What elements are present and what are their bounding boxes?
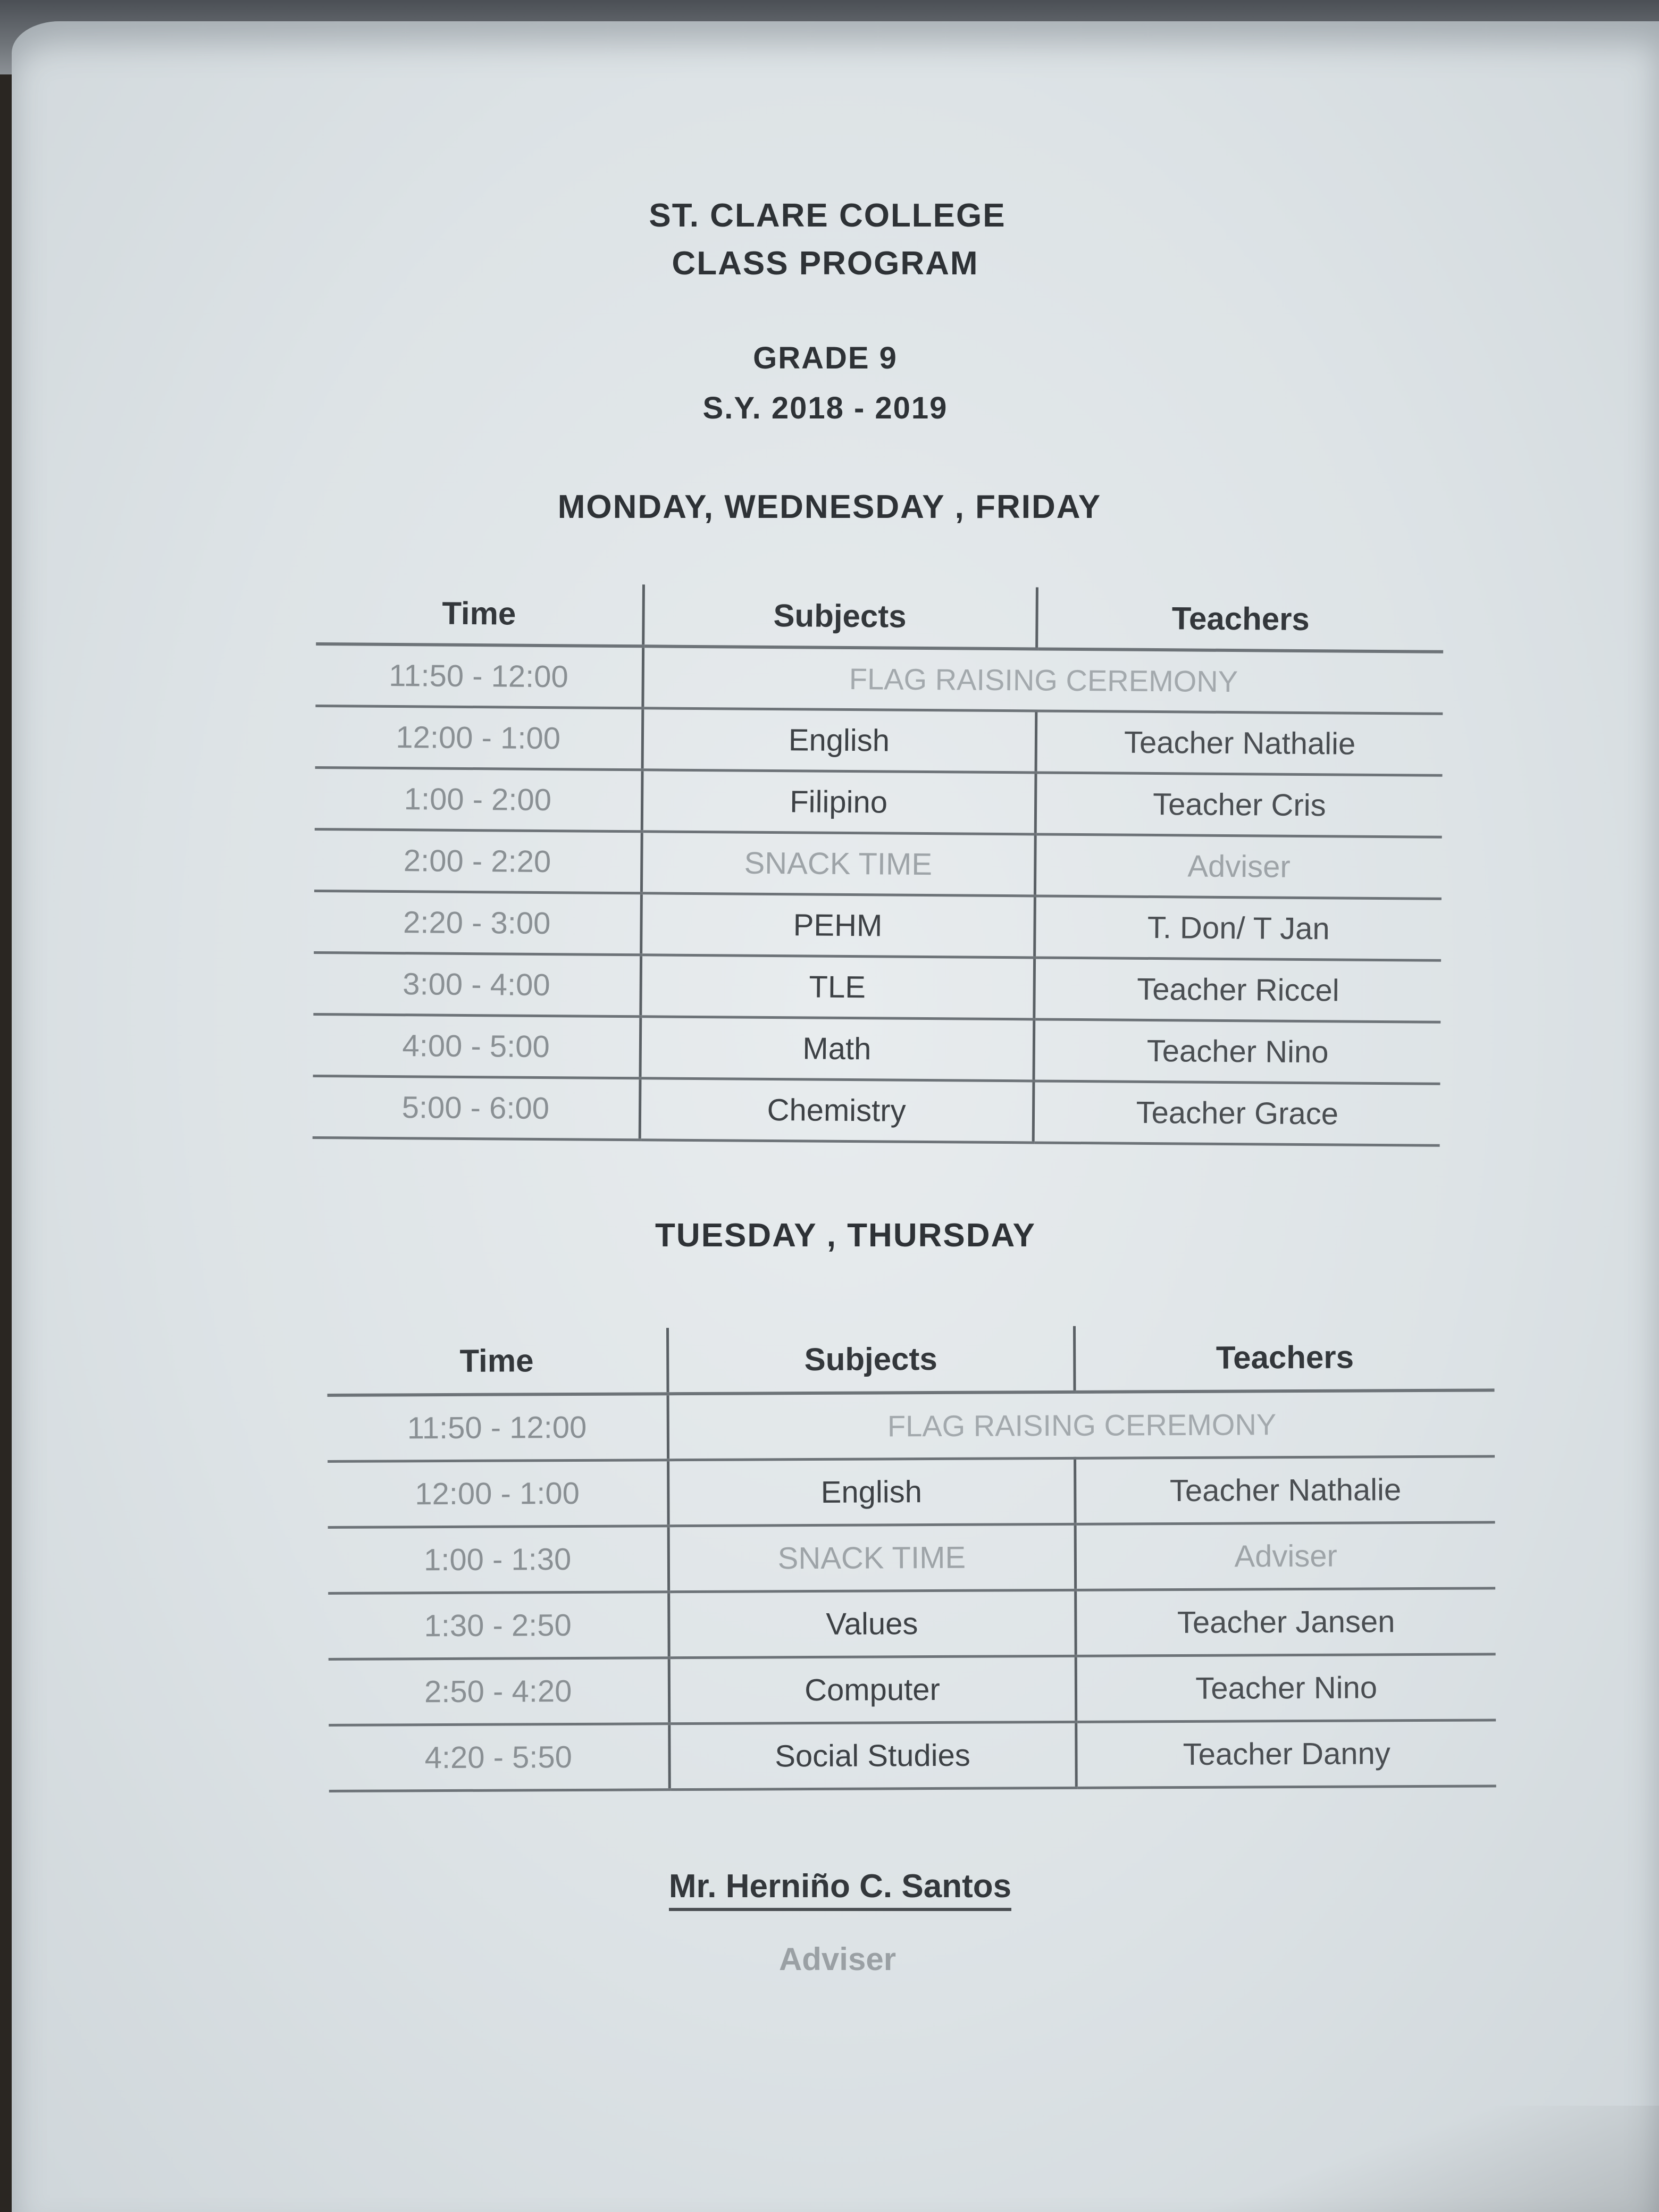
table-row: 2:20 - 3:00 PEHM T. Don/ T Jan — [314, 890, 1442, 960]
time-cell: 1:00 - 1:30 — [328, 1526, 669, 1593]
adviser-role-label: Adviser — [778, 1941, 896, 1977]
table-header-row: Time Subjects Teachers — [316, 582, 1444, 652]
teacher-cell: Teacher Riccel — [1034, 957, 1442, 1022]
document-title: CLASS PROGRAM — [672, 245, 979, 282]
time-cell: 2:20 - 3:00 — [314, 890, 641, 955]
subject-cell: Social Studies — [669, 1721, 1076, 1790]
table-row: 2:50 - 4:20 Computer Teacher Nino — [328, 1654, 1496, 1725]
time-cell: 1:00 - 2:00 — [314, 767, 642, 832]
subject-cell: SNACK TIME — [668, 1523, 1076, 1592]
school-year: S.Y. 2018 - 2019 — [702, 391, 948, 425]
subject-cell: SNACK TIME — [641, 831, 1035, 896]
teacher-cell: Teacher Grace — [1033, 1080, 1440, 1145]
time-cell: 12:00 - 1:00 — [315, 705, 643, 770]
column-header-subjects: Subjects — [643, 584, 1037, 649]
schedule-table-mwf: Time Subjects Teachers 11:50 - 12:00 FLA… — [312, 582, 1444, 1146]
time-cell: 3:00 - 4:00 — [313, 952, 641, 1017]
schedule-table-tth: Time Subjects Teachers 11:50 - 12:00 FLA… — [327, 1324, 1496, 1792]
grade-label: GRADE 9 — [753, 341, 898, 375]
time-cell: 4:20 - 5:50 — [329, 1723, 669, 1791]
table-row: 12:00 - 1:00 English Teacher Nathalie — [315, 705, 1443, 775]
table-row: 1:30 - 2:50 Values Teacher Jansen — [328, 1588, 1496, 1659]
teacher-cell: Teacher Jansen — [1075, 1588, 1496, 1656]
teacher-cell: Adviser — [1034, 834, 1442, 899]
subject-cell: Chemistry — [639, 1078, 1034, 1143]
table-row: 4:00 - 5:00 Math Teacher Nino — [313, 1013, 1441, 1084]
table-row: 4:20 - 5:50 Social Studies Teacher Danny — [329, 1720, 1496, 1791]
teacher-cell: Teacher Nino — [1075, 1654, 1496, 1722]
table-row: 2:00 - 2:20 SNACK TIME Adviser — [314, 828, 1442, 899]
teacher-cell: Teacher Nathalie — [1075, 1456, 1495, 1524]
subject-cell: Math — [640, 1016, 1034, 1081]
table-row: 1:00 - 1:30 SNACK TIME Adviser — [328, 1522, 1496, 1593]
time-cell: 12:00 - 1:00 — [328, 1460, 668, 1527]
teacher-cell: T. Don/ T Jan — [1034, 895, 1442, 960]
ceremony-cell: FLAG RAISING CEREMONY — [667, 1390, 1495, 1460]
time-cell: 2:00 - 2:20 — [314, 828, 642, 893]
subject-cell: Filipino — [641, 769, 1036, 834]
column-header-subjects: Subjects — [667, 1326, 1075, 1394]
time-cell: 2:50 - 4:20 — [328, 1657, 669, 1725]
teacher-cell: Teacher Danny — [1076, 1720, 1496, 1788]
table-row: 3:00 - 4:00 TLE Teacher Riccel — [313, 952, 1442, 1022]
time-cell: 1:30 - 2:50 — [328, 1591, 669, 1659]
subject-cell: Values — [668, 1589, 1076, 1658]
subject-cell: English — [642, 708, 1036, 773]
table-row: 11:50 - 12:00 FLAG RAISING CEREMONY — [327, 1390, 1495, 1461]
section-title-mwf: MONDAY, WEDNESDAY , FRIDAY — [557, 489, 1102, 525]
teacher-cell: Teacher Cris — [1035, 772, 1443, 837]
time-cell: 11:50 - 12:00 — [315, 643, 643, 708]
time-cell: 4:00 - 5:00 — [313, 1013, 641, 1078]
teacher-cell: Teacher Nino — [1033, 1019, 1441, 1084]
time-cell: 5:00 - 6:00 — [312, 1075, 640, 1140]
table-row: 5:00 - 6:00 Chemistry Teacher Grace — [312, 1075, 1440, 1145]
column-header-teachers: Teachers — [1074, 1324, 1495, 1392]
adviser-signature-name: Mr. Herniño C. Santos — [0, 1867, 1659, 1911]
section-title-tth: TUESDAY , THURSDAY — [655, 1217, 1036, 1254]
subject-cell: Computer — [668, 1655, 1076, 1724]
school-name: ST. CLARE COLLEGE — [649, 197, 1006, 234]
table-row: 12:00 - 1:00 English Teacher Nathalie — [328, 1456, 1495, 1527]
subject-cell: TLE — [640, 954, 1035, 1019]
table-row: 1:00 - 2:00 Filipino Teacher Cris — [314, 767, 1443, 837]
adviser-name-text: Mr. Herniño C. Santos — [668, 1868, 1012, 1911]
subject-cell: English — [668, 1457, 1075, 1526]
subject-cell: PEHM — [641, 893, 1035, 958]
teacher-cell: Teacher Nathalie — [1035, 710, 1443, 775]
time-cell: 11:50 - 12:00 — [327, 1394, 668, 1461]
column-header-time: Time — [316, 582, 643, 647]
teacher-cell: Adviser — [1075, 1522, 1496, 1590]
column-header-time: Time — [327, 1328, 668, 1395]
ceremony-cell: FLAG RAISING CEREMONY — [642, 646, 1444, 714]
table-row: 11:50 - 12:00 FLAG RAISING CEREMONY — [315, 643, 1444, 714]
column-header-teachers: Teachers — [1036, 587, 1444, 652]
table-header-row: Time Subjects Teachers — [327, 1324, 1495, 1395]
paper-fold-shadow — [1180, 2106, 1659, 2212]
